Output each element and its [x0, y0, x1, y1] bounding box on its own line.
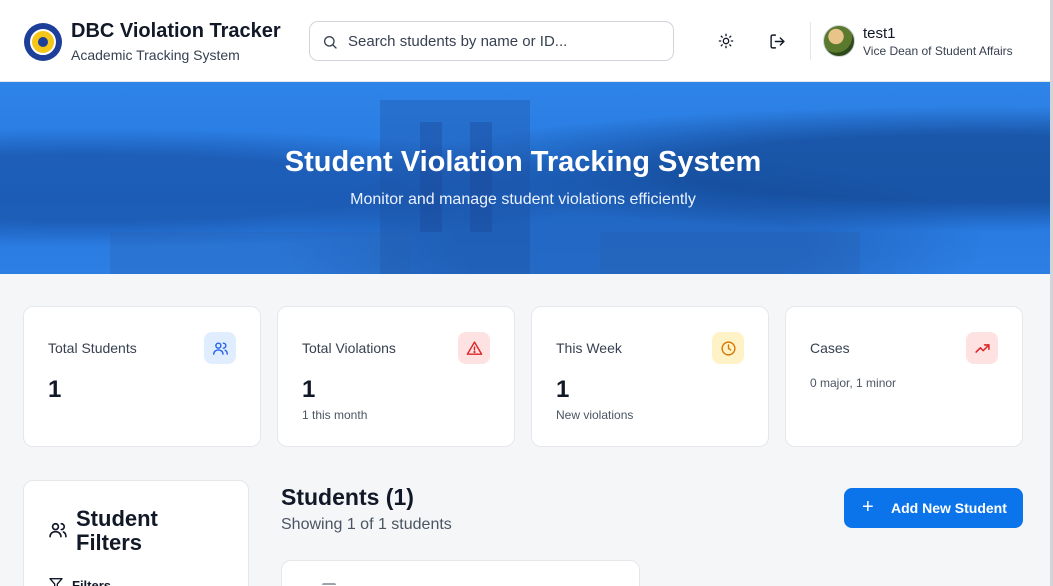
- stat-value: 1: [302, 376, 316, 403]
- add-student-label: Add New Student: [891, 500, 1007, 516]
- hero-banner: Student Violation Tracking System Monito…: [0, 82, 1050, 274]
- stat-value: 1: [556, 376, 570, 403]
- stat-card-total-students: Total Students 1: [23, 306, 261, 447]
- stat-label: Total Violations: [302, 340, 396, 356]
- stat-note: New violations: [556, 408, 634, 422]
- search-icon: [324, 36, 337, 49]
- users-icon: [49, 522, 67, 538]
- clock-icon: [712, 332, 744, 364]
- alert-triangle-icon: [458, 332, 490, 364]
- stat-note: 1 this month: [302, 408, 368, 422]
- sun-icon: [718, 33, 734, 49]
- app-title: DBC Violation Tracker: [71, 20, 281, 42]
- stat-label: Cases: [810, 340, 850, 356]
- stat-card-total-violations: Total Violations 1 1 this month: [277, 306, 515, 447]
- stat-label: Total Students: [48, 340, 137, 356]
- stat-card-cases: Cases 0 major, 1 minor: [785, 306, 1023, 447]
- filter-icon: [49, 578, 63, 586]
- search-input[interactable]: [348, 22, 663, 60]
- student-card[interactable]: [281, 560, 640, 586]
- user-name: test1: [863, 25, 896, 42]
- app-subtitle: Academic Tracking System: [71, 47, 240, 63]
- hero-title: Student Violation Tracking System: [284, 146, 762, 178]
- filters-label: Filters: [72, 578, 112, 586]
- app-logo[interactable]: [24, 23, 62, 61]
- logo-emblem: [30, 29, 56, 55]
- theme-toggle-button[interactable]: [713, 28, 739, 54]
- filters-title: Student Filters: [76, 506, 158, 555]
- students-count: Showing 1 of 1 students: [281, 516, 452, 533]
- avatar[interactable]: [823, 25, 855, 57]
- top-header: DBC Violation Tracker Academic Tracking …: [0, 0, 1050, 82]
- plus-icon: +: [862, 496, 874, 518]
- header-divider: [810, 22, 811, 60]
- logout-button[interactable]: [764, 28, 790, 54]
- stat-note: 0 major, 1 minor: [810, 376, 897, 390]
- stat-card-this-week: This Week 1 New violations: [531, 306, 769, 447]
- students-title: Students (1): [281, 484, 414, 510]
- stat-label: This Week: [556, 340, 622, 356]
- trending-up-icon: [966, 332, 998, 364]
- search-box[interactable]: [309, 21, 674, 61]
- user-role: Vice Dean of Student Affairs: [863, 44, 1013, 58]
- student-filters-panel: Student Filters Filters: [23, 480, 249, 586]
- users-icon: [204, 332, 236, 364]
- stat-value: 1: [48, 376, 62, 403]
- hero-subtitle: Monitor and manage student violations ef…: [350, 191, 696, 208]
- add-student-button[interactable]: + Add New Student: [844, 488, 1023, 528]
- logout-icon: [769, 33, 785, 49]
